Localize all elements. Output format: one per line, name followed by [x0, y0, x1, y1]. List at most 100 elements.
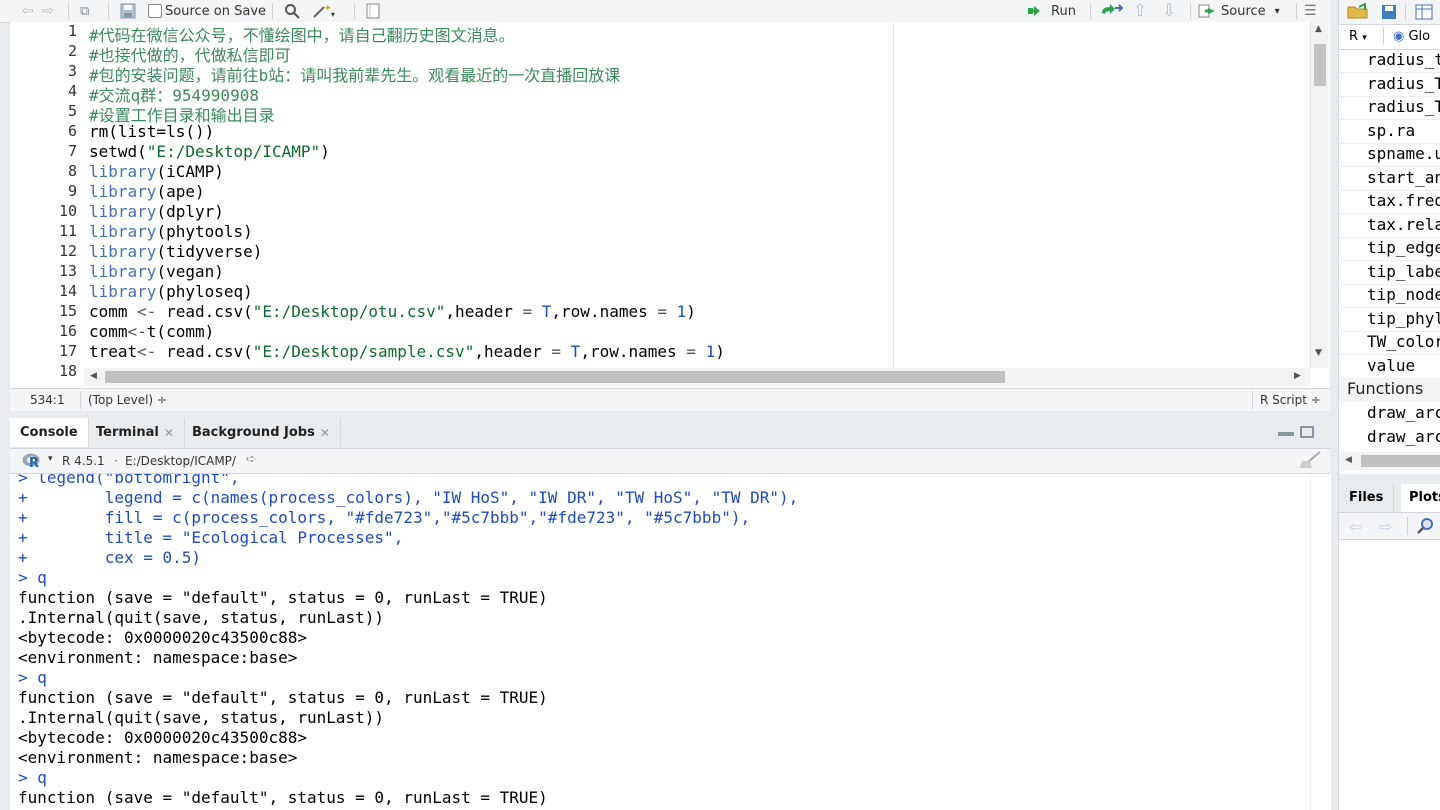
editor-vertical-scrollbar[interactable]: ▲ ▼: [1310, 22, 1329, 368]
close-icon[interactable]: ✕: [320, 426, 330, 440]
code-line[interactable]: treat<- read.csv("E:/Desktop/sample.csv"…: [89, 342, 725, 361]
h-scroll-thumb[interactable]: [105, 371, 1005, 383]
scroll-down-icon[interactable]: ▼: [1315, 348, 1322, 358]
chevron-down-icon[interactable]: ▾: [48, 454, 53, 464]
source-on-save-checkbox-wrap[interactable]: Source on Save: [148, 2, 266, 20]
r-version: R 4.5.1: [62, 454, 105, 468]
forward-arrow-icon[interactable]: ⇨: [42, 2, 54, 20]
file-type-selector[interactable]: R Script ÷: [1260, 393, 1321, 407]
scroll-left-icon[interactable]: ◀: [90, 371, 97, 381]
env-variable-item[interactable]: spname.u: [1367, 144, 1440, 163]
document-outline-icon[interactable]: ☰: [1304, 2, 1317, 20]
r-logo-icon: R: [22, 452, 44, 472]
global-environment-label: Glo: [1408, 29, 1431, 44]
go-to-directory-icon[interactable]: ➪: [246, 452, 257, 467]
compile-report-icon[interactable]: [366, 2, 380, 20]
console-output[interactable]: > legend("bottomright", + legend = c(name…: [10, 474, 1330, 810]
code-token: =: [686, 342, 696, 361]
env-variable-item[interactable]: tax.rela: [1367, 215, 1440, 234]
code-line[interactable]: library(iCAMP): [89, 162, 224, 181]
maximize-pane-icon[interactable]: [1300, 426, 1314, 438]
toolbar-divider: [272, 3, 273, 19]
code-token: 1: [705, 342, 716, 361]
env-variable-item[interactable]: radius_t: [1367, 50, 1440, 69]
env-variable-item[interactable]: radius_T: [1367, 97, 1440, 116]
env-function-item[interactable]: draw_arc: [1367, 403, 1440, 422]
rerun-icon[interactable]: [1100, 2, 1124, 20]
console-output-line: <environment: namespace:base>: [18, 748, 298, 767]
scroll-left-icon[interactable]: ◀: [1345, 455, 1352, 465]
h-scroll-thumb[interactable]: [1361, 455, 1440, 467]
env-variable-item[interactable]: radius_T: [1367, 74, 1440, 93]
console-output-line: .Internal(quit(save, status, runLast)): [18, 708, 385, 727]
open-folder-icon[interactable]: [1347, 2, 1369, 23]
env-horizontal-scrollbar[interactable]: ◀: [1339, 452, 1440, 470]
code-line[interactable]: library(phytools): [89, 222, 253, 241]
env-variable-item[interactable]: tip_node: [1367, 285, 1440, 304]
find-replace-icon[interactable]: [284, 2, 300, 20]
tab-files[interactable]: Files: [1339, 484, 1395, 512]
code-line[interactable]: library(ape): [89, 182, 205, 201]
source-button[interactable]: Source ▾: [1198, 2, 1280, 20]
functions-section-header[interactable]: Functions: [1339, 379, 1440, 402]
env-variable-item[interactable]: TW_color: [1367, 332, 1440, 351]
code-lines[interactable]: #代码在微信公众号，不懂绘图中，请自己翻历史图文消息。 #也接代做的，代做私信即可…: [0, 22, 1310, 368]
import-dataset-icon[interactable]: [1415, 4, 1435, 24]
previous-plot-icon[interactable]: ⇦: [1349, 517, 1362, 536]
tab-console[interactable]: Console: [10, 418, 89, 447]
env-function-item[interactable]: draw_arc: [1367, 427, 1440, 446]
code-token: "E:/Desktop/otu.csv": [252, 302, 446, 321]
env-variable-item[interactable]: sp.ra: [1367, 121, 1415, 140]
code-token: ): [320, 142, 330, 161]
save-icon[interactable]: [120, 2, 136, 20]
env-variable-item[interactable]: tip_edge: [1367, 238, 1440, 257]
run-button[interactable]: Run: [1028, 2, 1076, 20]
code-line[interactable]: comm<-t(comm): [89, 322, 214, 341]
editor-horizontal-scrollbar[interactable]: ◀ ▶: [84, 368, 1310, 386]
zoom-icon[interactable]: [1417, 517, 1435, 539]
code-line[interactable]: library(dplyr): [89, 202, 224, 221]
clear-console-broom-icon[interactable]: [1298, 451, 1322, 472]
console-scrollbar[interactable]: [1310, 474, 1331, 810]
go-down-icon[interactable]: ⇩: [1162, 1, 1176, 21]
language-dropdown[interactable]: R ▾: [1349, 29, 1367, 44]
code-line[interactable]: library(tidyverse): [89, 242, 262, 261]
scroll-right-icon[interactable]: ▶: [1294, 371, 1301, 381]
env-variable-item[interactable]: value: [1367, 356, 1415, 375]
code-line[interactable]: library(vegan): [89, 262, 224, 281]
code-tools-wand-icon[interactable]: ✦ ▾: [312, 2, 336, 20]
save-workspace-icon[interactable]: [1381, 4, 1397, 24]
tab-background-jobs[interactable]: Background Jobs ✕: [182, 418, 341, 447]
tab-terminal[interactable]: Terminal ✕: [86, 418, 185, 447]
scroll-up-icon[interactable]: ▲: [1315, 24, 1322, 34]
env-variable-item[interactable]: start_an: [1367, 168, 1440, 187]
working-directory[interactable]: E:/Desktop/ICAMP/: [125, 454, 236, 468]
next-plot-icon[interactable]: ⇨: [1379, 517, 1392, 536]
global-environment-dropdown[interactable]: ◉ Glo: [1393, 29, 1430, 44]
tab-plots[interactable]: Plots: [1401, 484, 1440, 512]
code-token: library: [89, 242, 157, 261]
go-up-icon[interactable]: ⇧: [1133, 1, 1147, 21]
env-variable-item[interactable]: tip_phyl: [1367, 309, 1440, 328]
chevron-down-icon[interactable]: ▾: [1275, 6, 1280, 17]
env-variable-item[interactable]: tax.freq: [1367, 191, 1440, 210]
pane-splitter[interactable]: [1339, 474, 1440, 484]
code-line[interactable]: setwd("E:/Desktop/ICAMP"): [89, 142, 330, 161]
globe-icon: ◉: [1393, 29, 1405, 44]
chevron-down-icon[interactable]: ▾: [1362, 33, 1367, 43]
close-icon[interactable]: ✕: [164, 426, 174, 440]
code-line[interactable]: library(phyloseq): [89, 282, 253, 301]
toolbar-divider: [1296, 3, 1297, 19]
code-line[interactable]: rm(list=ls()): [89, 122, 214, 141]
scroll-thumb[interactable]: [1314, 44, 1326, 86]
back-arrow-icon[interactable]: ⇦: [22, 2, 34, 20]
scope-selector[interactable]: (Top Level) ÷: [88, 393, 167, 407]
code-line[interactable]: comm <- read.csv("E:/Desktop/otu.csv",he…: [89, 302, 696, 321]
env-variable-item[interactable]: tip_labe: [1367, 262, 1440, 281]
minimize-pane-icon[interactable]: [1278, 432, 1294, 436]
show-in-window-icon[interactable]: ⧉: [80, 2, 89, 20]
checkbox-icon[interactable]: [148, 4, 162, 18]
toolbar-divider: [1407, 517, 1408, 535]
